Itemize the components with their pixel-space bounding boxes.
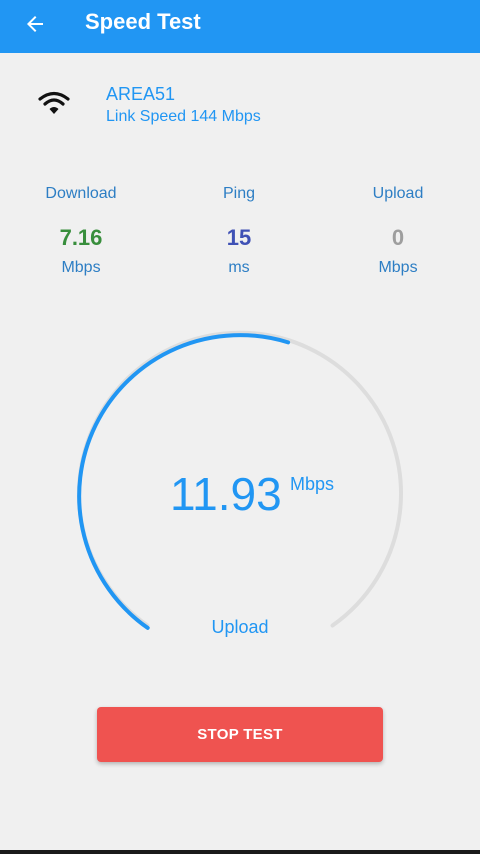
metric-upload: Upload 0 Mbps [333,185,463,277]
metric-value: 15 [226,225,252,250]
metric-label: Ping [222,185,256,202]
metric-value: 7.16 [59,225,103,250]
metric-download: Download 7.16 Mbps [16,185,146,277]
back-button[interactable] [20,9,50,39]
arrow-left-icon [27,16,43,32]
metric-unit: Mbps [378,259,418,276]
system-nav-bar [0,850,480,854]
test-phase-label: Upload [211,617,269,637]
link-speed: Link Speed 144 Mbps [106,108,261,125]
network-ssid: AREA51 [106,84,176,104]
metric-ping: Ping 15 ms [174,185,304,277]
current-speed-value: 11.93 [170,468,282,520]
page-title: Speed Test [85,9,201,34]
current-speed-unit: Mbps [290,474,335,494]
metric-label: Upload [372,185,424,202]
app-bar: Speed Test [0,0,480,53]
wifi-icon [38,91,70,114]
metric-unit: ms [228,259,250,276]
stop-test-button[interactable]: STOP TEST [97,707,383,762]
metric-label: Download [45,185,117,202]
metric-unit: Mbps [61,259,101,276]
metric-value: 0 [391,225,405,250]
